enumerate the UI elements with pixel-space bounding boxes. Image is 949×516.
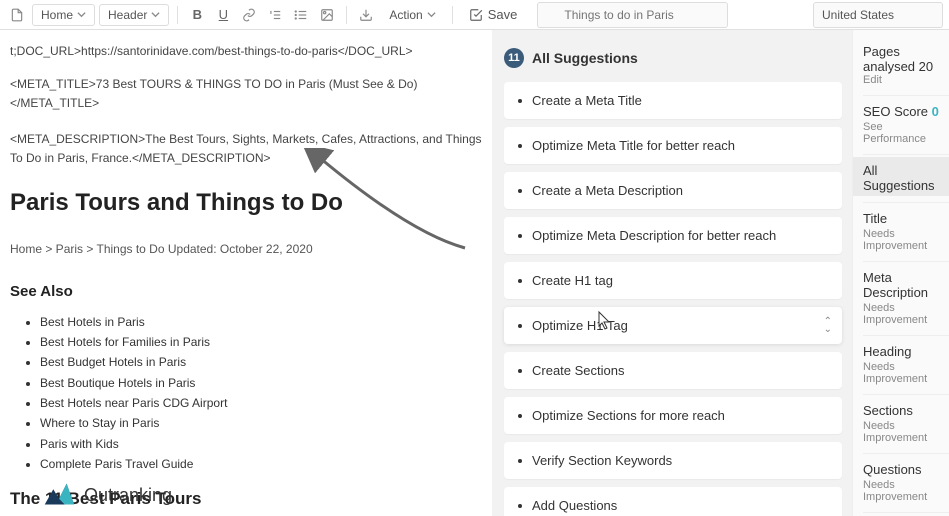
suggestion-item[interactable]: Optimize H1 Tag⌃⌄	[504, 307, 842, 344]
link-icon[interactable]	[238, 4, 260, 26]
list-item[interactable]: Best Hotels for Families in Paris	[40, 332, 482, 352]
suggestion-item[interactable]: Optimize Meta Description for better rea…	[504, 217, 842, 254]
sidebar-section[interactable]: SectionsNeeds Improvement	[863, 397, 949, 447]
keyword-input[interactable]	[537, 2, 728, 28]
see-also-list: Best Hotels in Paris Best Hotels for Fam…	[10, 312, 482, 475]
bold-icon[interactable]: B	[186, 4, 208, 26]
list-item[interactable]: Best Hotels near Paris CDG Airport	[40, 393, 482, 413]
bullet-list-icon[interactable]	[290, 4, 312, 26]
suggestions-panel: 11 All Suggestions Create a Meta Title O…	[492, 30, 852, 516]
action-dropdown[interactable]: Action	[381, 5, 443, 25]
suggestion-item[interactable]: Verify Section Keywords	[504, 442, 842, 479]
edit-link[interactable]: Edit	[863, 74, 945, 86]
underline-icon[interactable]: U	[212, 4, 234, 26]
editor-pane: t;DOC_URL>https://santorinidave.com/best…	[0, 30, 492, 516]
sidebar-section[interactable]: HeadingNeeds Improvement	[863, 338, 949, 388]
list-item[interactable]: Best Boutique Hotels in Paris	[40, 373, 482, 393]
home-dropdown[interactable]: Home	[32, 4, 95, 26]
suggestions-title: All Suggestions	[532, 50, 638, 66]
suggestion-count-badge: 11	[504, 48, 524, 68]
image-icon[interactable]	[316, 4, 338, 26]
editor-toolbar: Home Header B U Action Save	[0, 0, 531, 30]
breadcrumb: Home > Paris > Things to Do Updated: Oct…	[10, 240, 482, 259]
ordered-list-icon[interactable]	[264, 4, 286, 26]
sidebar-all-suggestions[interactable]: All Suggestions	[863, 163, 945, 193]
list-item[interactable]: Paris with Kids	[40, 434, 482, 454]
suggestion-item[interactable]: Add Questions	[504, 487, 842, 516]
see-also-heading: See Also	[10, 280, 482, 304]
suggestion-item[interactable]: Create a Meta Title	[504, 82, 842, 119]
list-item[interactable]: Where to Stay in Paris	[40, 413, 482, 433]
seo-score-value: 0	[932, 104, 939, 119]
suggestion-item[interactable]: Create H1 tag	[504, 262, 842, 299]
download-icon[interactable]	[355, 4, 377, 26]
page-h1: Paris Tours and Things to Do	[10, 184, 482, 222]
document-icon[interactable]	[6, 4, 28, 26]
brand-logo: Outranking	[40, 476, 172, 514]
sidebar-section[interactable]: QuestionsNeeds Improvement	[863, 456, 949, 506]
pages-analysed: Pages analysed 20	[863, 44, 945, 74]
header-dropdown[interactable]: Header	[99, 4, 169, 26]
sidebar-section[interactable]: Meta DescriptionNeeds Improvement	[863, 264, 949, 329]
meta-desc-line: <META_DESCRIPTION>The Best Tours, Sights…	[10, 130, 482, 168]
meta-title-line: <META_TITLE>73 Best TOURS & THINGS TO DO…	[10, 75, 482, 113]
see-performance-link[interactable]: See Performance	[863, 121, 945, 145]
suggestion-item[interactable]: Optimize Meta Title for better reach	[504, 127, 842, 164]
save-button[interactable]: Save	[461, 4, 526, 25]
sidebar-section[interactable]: TitleNeeds Improvement	[863, 205, 949, 255]
suggestion-item[interactable]: Create a Meta Description	[504, 172, 842, 209]
expand-icon[interactable]: ⌃⌄	[824, 318, 832, 334]
suggestion-item[interactable]: Create Sections	[504, 352, 842, 389]
list-item[interactable]: Best Hotels in Paris	[40, 312, 482, 332]
location-input[interactable]	[813, 2, 943, 28]
right-sidebar: Pages analysed 20Edit SEO Score 0 See Per…	[852, 30, 949, 516]
doc-url-line: t;DOC_URL>https://santorinidave.com/best…	[10, 42, 482, 61]
list-item[interactable]: Best Budget Hotels in Paris	[40, 352, 482, 372]
suggestion-item[interactable]: Optimize Sections for more reach	[504, 397, 842, 434]
list-item[interactable]: Complete Paris Travel Guide	[40, 454, 482, 474]
seo-score-label: SEO Score	[863, 104, 928, 119]
